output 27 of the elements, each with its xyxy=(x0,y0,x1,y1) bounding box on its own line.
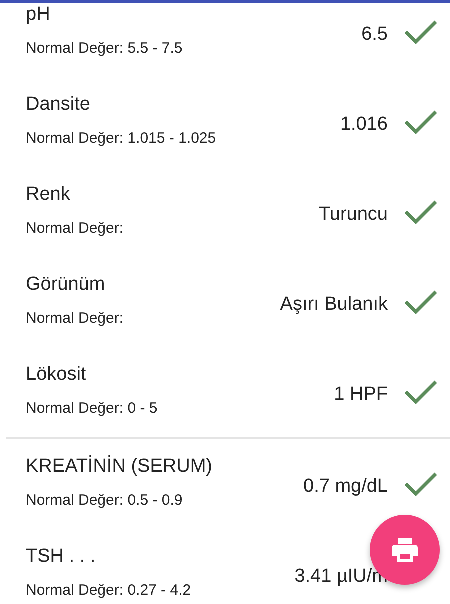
check-icon xyxy=(404,471,438,497)
normal-range: Normal Değer: xyxy=(26,309,125,329)
test-name: Renk xyxy=(26,183,72,207)
result-value: 1.016 xyxy=(340,114,388,136)
normal-range: Normal Değer: 1.015 - 1.025 xyxy=(26,129,218,149)
printer-icon xyxy=(392,538,418,562)
test-name: Dansite xyxy=(26,93,92,117)
check-icon xyxy=(404,19,438,45)
result-value: Aşırı Bulanık xyxy=(280,294,388,316)
test-name: KREATİNİN (SERUM) xyxy=(26,455,214,479)
test-name: Lökosit xyxy=(26,363,88,387)
check-icon xyxy=(404,379,438,405)
result-value: 0.7 mg/dL xyxy=(304,476,388,498)
test-name: Görünüm xyxy=(26,273,106,297)
normal-range: Normal Değer: 5.5 - 7.5 xyxy=(26,39,184,59)
result-value: 1 HPF xyxy=(334,384,388,406)
test-name: pH xyxy=(26,3,52,27)
check-icon xyxy=(404,109,438,135)
result-value: 6.5 xyxy=(362,24,388,46)
check-icon xyxy=(404,289,438,315)
normal-range: Normal Değer: 0 - 5 xyxy=(26,399,159,419)
normal-range: Normal Değer: 0.5 - 0.9 xyxy=(26,491,184,511)
test-name: TSH . . . xyxy=(26,545,97,569)
normal-range: Normal Değer: 0.27 - 4.2 xyxy=(26,581,192,601)
check-icon xyxy=(404,199,438,225)
normal-range: Normal Değer: xyxy=(26,219,125,239)
result-value: Turuncu xyxy=(319,204,388,226)
